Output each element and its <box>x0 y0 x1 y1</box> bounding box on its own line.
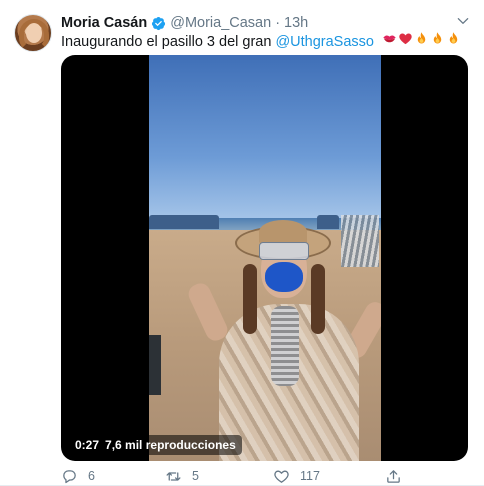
video-duration: 0:27 <box>75 438 100 452</box>
share-button[interactable] <box>385 466 412 486</box>
video-info-badge: 0:27 7,6 mil reproducciones <box>69 435 242 455</box>
reply-icon <box>63 469 76 483</box>
fire-icon <box>433 32 442 44</box>
fire-icon <box>449 32 458 44</box>
video-person-hat-top <box>259 220 307 244</box>
kiss-mark-icon <box>383 35 396 43</box>
mention-link[interactable]: @UthgraSasso <box>275 34 374 50</box>
video-player[interactable]: 0:27 7,6 mil reproducciones <box>61 55 468 461</box>
author-name[interactable]: Moria Casán <box>61 15 147 31</box>
author-handle[interactable]: @Moria_Casan <box>170 15 271 31</box>
author-avatar[interactable] <box>14 14 52 52</box>
tweet-header: Moria Casán @Moria_Casan · 13h <box>61 13 308 33</box>
video-person-necklace <box>271 306 299 386</box>
video-person-braid <box>243 264 257 334</box>
tweet-text: Inaugurando el pasillo 3 del gran @Uthgr… <box>61 31 461 52</box>
retweet-button[interactable]: 5 <box>165 466 199 486</box>
heart-icon <box>274 470 289 483</box>
retweet-count: 5 <box>192 469 199 483</box>
reply-count: 6 <box>88 469 95 483</box>
like-button[interactable]: 117 <box>273 466 320 486</box>
video-frame <box>149 55 381 461</box>
fire-icon <box>417 32 426 44</box>
video-person-mask <box>265 262 303 292</box>
video-post <box>149 335 161 395</box>
retweet-icon <box>166 471 181 481</box>
reply-button[interactable]: 6 <box>61 466 95 486</box>
share-icon <box>387 469 400 483</box>
header-separator: · <box>275 15 281 31</box>
tweet-text-body: Inaugurando el pasillo 3 del gran <box>61 34 276 50</box>
tweet-card[interactable]: Moria Casán @Moria_Casan · 13h Inauguran… <box>0 0 484 486</box>
tweet-actions: 6 5 117 <box>61 466 468 486</box>
video-person <box>185 220 381 461</box>
video-person-face-shield <box>259 242 309 260</box>
avatar-face <box>26 23 42 43</box>
chevron-down-icon[interactable] <box>456 14 470 28</box>
video-views: 7,6 mil reproducciones <box>105 438 236 452</box>
video-person-braid <box>311 264 325 334</box>
red-heart-icon <box>399 33 412 45</box>
like-count: 117 <box>300 469 320 483</box>
video-sky <box>149 55 381 225</box>
emoji-group <box>381 31 461 46</box>
tweet-timestamp[interactable]: 13h <box>284 15 308 31</box>
verified-badge-icon <box>152 16 166 30</box>
